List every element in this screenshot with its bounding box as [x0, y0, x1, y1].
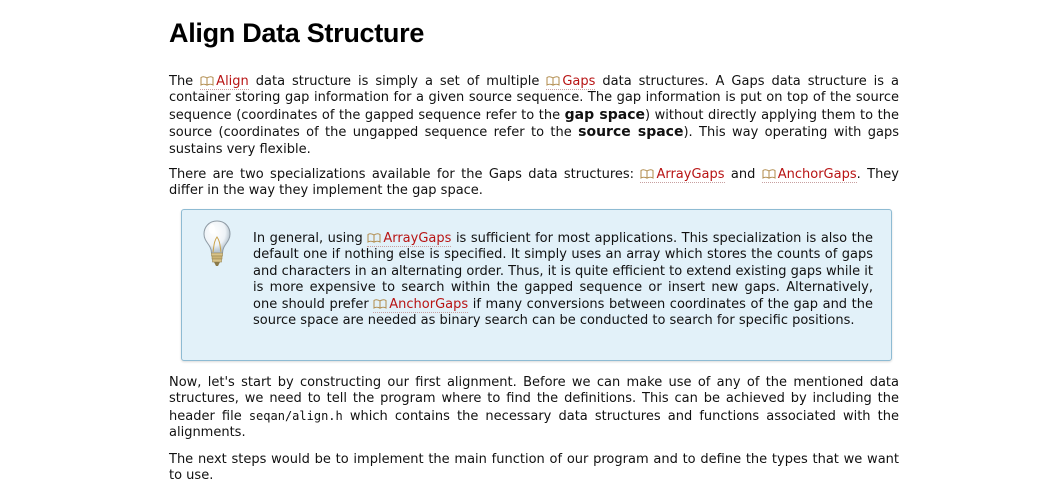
- source-space-term: source space: [578, 124, 684, 141]
- intro-paragraph: The Align data structure is simply a set…: [169, 74, 899, 158]
- arraygaps-link-label: ArrayGaps: [656, 167, 725, 183]
- book-icon: [762, 169, 776, 179]
- book-icon: [640, 169, 654, 179]
- text: and: [724, 167, 762, 183]
- book-icon: [373, 298, 387, 309]
- callout-text: In general, using ArrayGaps is sufficien…: [253, 231, 873, 329]
- next-steps-paragraph: The next steps would be to implement the…: [169, 452, 899, 485]
- anchorgaps-link-label: AnchorGaps: [389, 296, 469, 312]
- book-icon: [200, 76, 214, 86]
- text: In general, using: [253, 231, 368, 246]
- book-icon: [367, 233, 381, 243]
- text: The: [169, 74, 201, 89]
- arraygaps-link[interactable]: ArrayGaps: [367, 231, 452, 247]
- anchorgaps-link-label: AnchorGaps: [777, 167, 857, 183]
- arraygaps-link-label: ArrayGaps: [383, 231, 452, 246]
- anchorgaps-link[interactable]: AnchorGaps: [373, 296, 469, 313]
- page-title: Align Data Structure: [169, 18, 425, 48]
- construction-paragraph: Now, let's start by constructing our fir…: [169, 375, 899, 442]
- lightbulb-icon: [203, 220, 231, 266]
- align-link[interactable]: Align: [200, 74, 249, 90]
- text: data structure is simply a set of multip…: [248, 74, 547, 89]
- gaps-link[interactable]: Gaps: [546, 74, 596, 90]
- book-icon: [546, 76, 560, 86]
- gaps-link-label: Gaps: [562, 74, 596, 89]
- align-link-label: Align: [216, 74, 249, 89]
- text: The next steps would be to implement the…: [169, 452, 899, 484]
- arraygaps-link[interactable]: ArrayGaps: [640, 167, 725, 184]
- anchorgaps-link[interactable]: AnchorGaps: [761, 167, 857, 184]
- text: There are two specializations available …: [169, 167, 641, 183]
- specializations-paragraph: There are two specializations available …: [169, 167, 899, 200]
- tip-callout: In general, using ArrayGaps is sufficien…: [181, 209, 892, 361]
- main-content: Align Data Structure The Align data stru…: [169, 0, 899, 200]
- header-file-code: seqan/align.h: [248, 408, 343, 423]
- gap-space-term: gap space: [564, 106, 646, 123]
